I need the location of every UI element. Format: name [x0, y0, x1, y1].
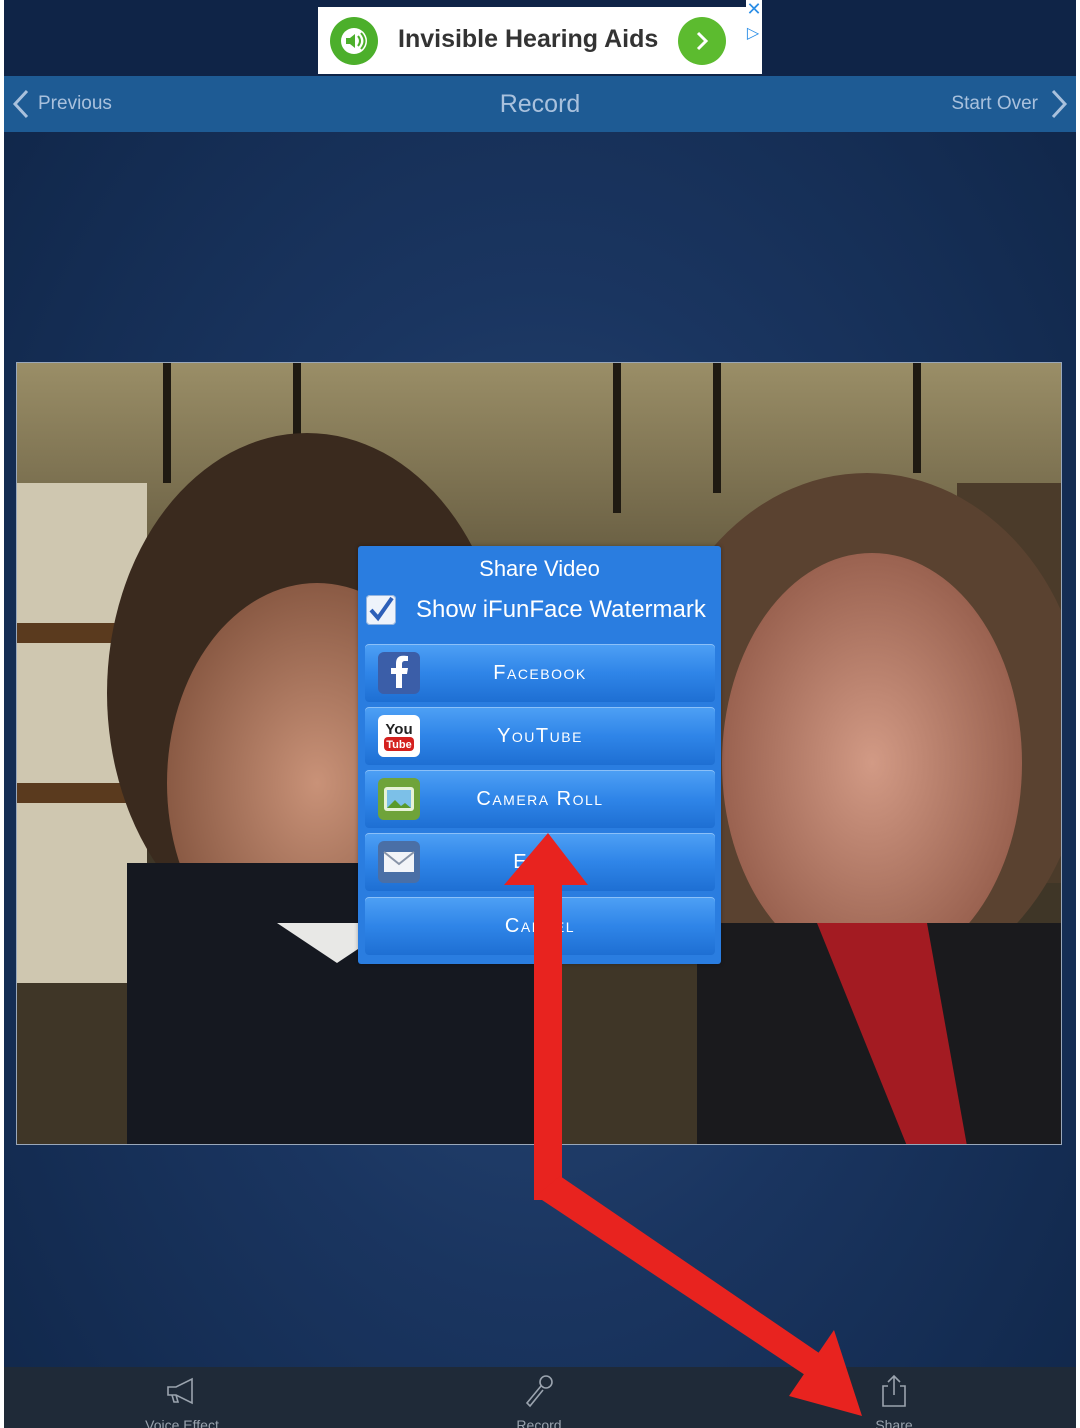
megaphone-icon: [112, 1373, 252, 1409]
cancel-label: Cancel: [504, 915, 576, 937]
checkmark-icon: [369, 596, 394, 622]
bottom-tab-bar: Voice Effect Record Share: [4, 1367, 1076, 1428]
email-share-button[interactable]: Email: [365, 833, 715, 891]
ad-banner[interactable]: Invisible Hearing Aids ✕ ▷: [318, 0, 762, 74]
tab-record-label: Record: [516, 1417, 562, 1428]
youtube-label: YouTube: [497, 725, 583, 747]
tab-voice-effect-label: Voice Effect: [145, 1417, 219, 1428]
share-icon: [824, 1373, 964, 1409]
watermark-toggle[interactable]: Show iFunFace Watermark: [366, 592, 716, 628]
page-title: Record: [499, 90, 581, 118]
camera-roll-label: Camera Roll: [476, 788, 604, 810]
tab-share[interactable]: Share: [824, 1373, 964, 1428]
watermark-label: Show iFunFace Watermark: [416, 596, 706, 623]
start-over-label: Start Over: [951, 93, 1038, 114]
microphone-icon: [469, 1373, 609, 1409]
speaker-icon: [330, 17, 378, 65]
app-screen: Invisible Hearing Aids ✕ ▷ Previous Reco…: [4, 0, 1076, 1428]
watermark-checkbox[interactable]: [366, 595, 396, 625]
tab-record[interactable]: Record: [469, 1373, 609, 1428]
facebook-label: Facebook: [493, 662, 587, 684]
ad-strip: Invisible Hearing Aids ✕ ▷: [4, 0, 1076, 76]
ad-go-button[interactable]: [678, 17, 726, 65]
ad-close-icon[interactable]: ✕: [746, 0, 762, 18]
cancel-button[interactable]: Cancel: [365, 897, 715, 955]
share-video-dialog: Share Video Show iFunFace Watermark Face…: [358, 546, 721, 964]
camera-roll-share-button[interactable]: Camera Roll: [365, 770, 715, 828]
ad-title: Invisible Hearing Aids: [398, 25, 659, 53]
chevron-right-icon: [1051, 89, 1068, 119]
youtube-share-button[interactable]: You Tube YouTube: [365, 707, 715, 765]
tab-share-label: Share: [875, 1417, 913, 1428]
email-label: Email: [513, 851, 567, 873]
tab-voice-effect[interactable]: Voice Effect: [112, 1373, 252, 1428]
start-over-button[interactable]: Start Over: [951, 88, 1070, 120]
dialog-title: Share Video: [479, 556, 600, 581]
facebook-share-button[interactable]: Facebook: [365, 644, 715, 702]
navigation-bar: Previous Record Start Over: [4, 76, 1076, 132]
adchoices-icon[interactable]: ▷: [744, 23, 762, 43]
chevron-right-icon: [696, 31, 709, 51]
